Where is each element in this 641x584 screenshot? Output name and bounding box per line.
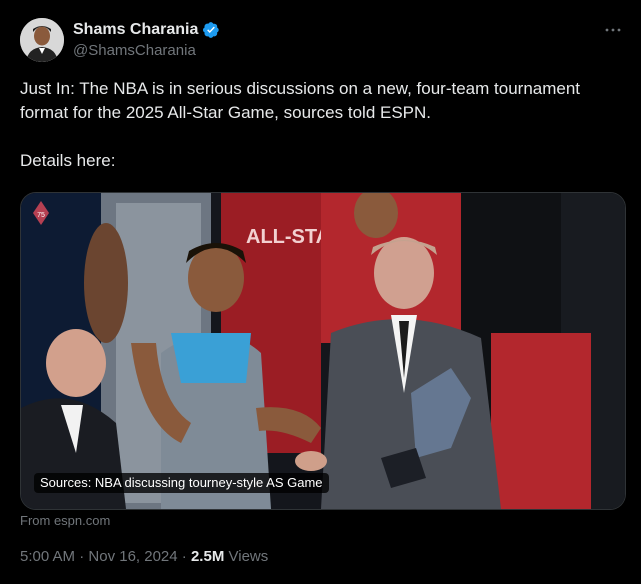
more-options-button[interactable] — [601, 18, 625, 42]
svg-text:75: 75 — [37, 212, 45, 219]
tweet-date[interactable]: Nov 16, 2024 — [88, 548, 177, 565]
tweet-meta: 5:00 AM · Nov 16, 2024 · 2.5M Views — [20, 548, 268, 565]
card-caption: Sources: NBA discussing tourney-style AS… — [34, 473, 329, 493]
link-card[interactable]: 75 ALL-STA Sources: NBA discussing tourn… — [20, 192, 626, 510]
author-handle[interactable]: @ShamsCharania — [73, 42, 220, 59]
author-names: Shams Charania @ShamsCharania — [73, 20, 220, 59]
card-source[interactable]: From espn.com — [20, 513, 110, 528]
avatar[interactable] — [20, 18, 64, 62]
author-display-name[interactable]: Shams Charania — [73, 21, 198, 39]
jersey-text: ALL-STA — [246, 226, 330, 248]
tweet-time[interactable]: 5:00 AM — [20, 548, 75, 565]
tweet-text: Just In: The NBA is in serious discussio… — [20, 79, 581, 170]
views-count[interactable]: 2.5M — [191, 548, 224, 565]
tweet-header: Shams Charania @ShamsCharania — [20, 18, 625, 66]
meta-separator-2: · — [181, 548, 187, 565]
verified-badge-icon — [203, 22, 220, 38]
meta-separator-1: · — [79, 548, 85, 565]
card-image: 75 ALL-STA — [21, 193, 625, 509]
views-label: Views — [228, 548, 269, 565]
avatar-image — [20, 18, 64, 62]
more-horizontal-icon — [605, 28, 621, 32]
